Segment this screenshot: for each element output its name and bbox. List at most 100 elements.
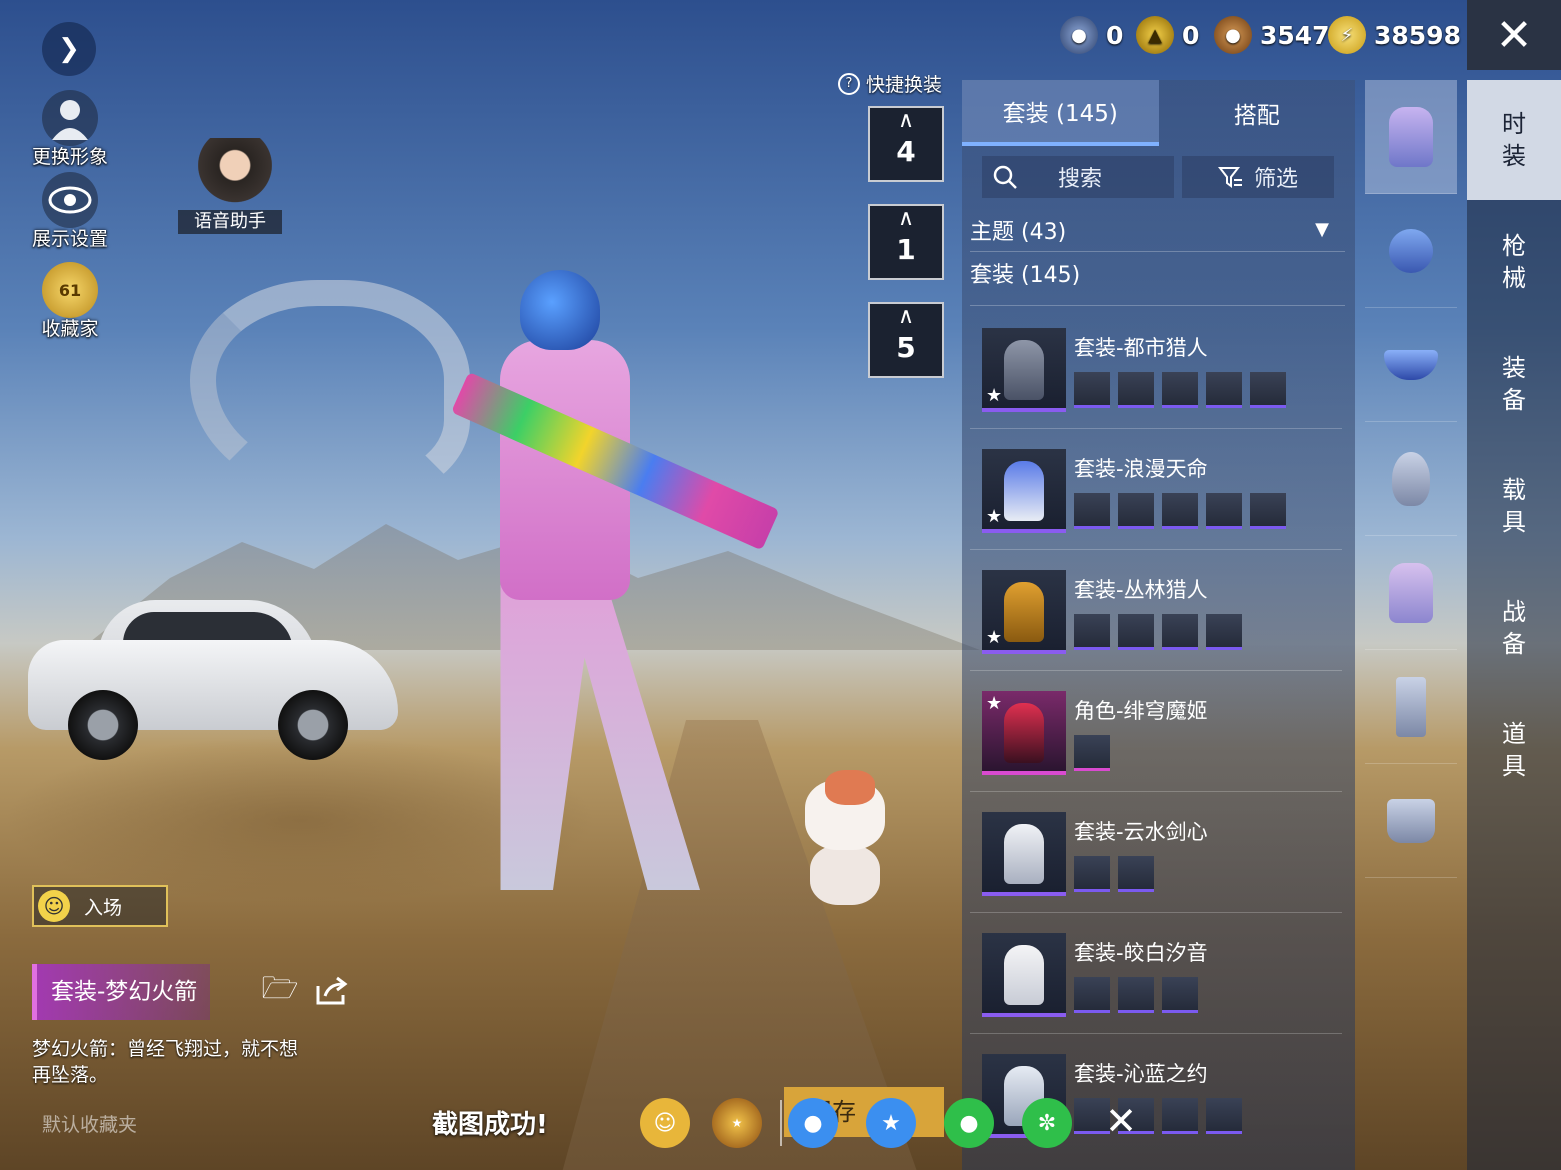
outfit-tabs: 套装 (145) 搭配	[962, 80, 1355, 146]
currency-badge-4[interactable]: ⚡ 38598	[1328, 14, 1461, 56]
outfit-part-item[interactable]	[1074, 977, 1110, 1013]
voice-assistant-button[interactable]: 语音助手	[178, 138, 282, 234]
category-eyewear[interactable]	[1365, 308, 1457, 422]
outfit-part-item[interactable]	[1206, 614, 1242, 650]
qzone-star-icon: ★	[881, 1110, 901, 1136]
category-face[interactable]	[1365, 422, 1457, 536]
slot-number: 4	[896, 135, 916, 168]
add-favorite-folder-icon[interactable]: 🗁	[260, 971, 300, 1010]
theme-dropdown[interactable]: 主题 (43) ▼	[970, 208, 1345, 252]
tab-combinations[interactable]: 搭配	[1159, 80, 1356, 146]
pants-icon	[1396, 676, 1426, 737]
outfit-part-item[interactable]	[1162, 493, 1198, 529]
menu-weapons-label: 枪械	[1502, 232, 1526, 292]
category-headwear[interactable]	[1365, 194, 1457, 308]
share-divider	[780, 1100, 782, 1146]
share-close-button[interactable]: ✕	[1100, 1099, 1142, 1143]
outfit-part-item[interactable]	[1206, 493, 1242, 529]
entrance-button[interactable]: ☺ 入场	[32, 885, 168, 927]
collector-button[interactable]: 61 收藏家	[24, 262, 116, 341]
quick-change-slot-3[interactable]: ∧ 5	[868, 302, 944, 378]
outfit-part-item[interactable]	[1250, 493, 1286, 529]
outfit-part-item[interactable]	[1074, 372, 1110, 408]
outfit-part-item[interactable]	[1118, 614, 1154, 650]
menu-items-label: 道具	[1502, 720, 1526, 780]
category-top[interactable]	[1365, 536, 1457, 650]
menu-vehicles-label: 载具	[1502, 476, 1526, 536]
outfit-part-item[interactable]	[1118, 856, 1154, 892]
currency-badge-1[interactable]: ● 0	[1060, 14, 1123, 56]
token-icon: ●	[1060, 16, 1098, 54]
menu-gear[interactable]: 战备	[1467, 568, 1561, 688]
outfit-part-item[interactable]	[1074, 856, 1110, 892]
outfit-item[interactable]: ★ 套装-浪漫天命	[970, 429, 1342, 550]
outfit-item[interactable]: 套装-云水剑心	[970, 792, 1342, 913]
outfit-part-item[interactable]	[1118, 977, 1154, 1013]
eye-icon	[42, 172, 98, 228]
share-moments-button[interactable]: ✼	[1022, 1098, 1072, 1148]
quick-change-slot-2[interactable]: ∧ 1	[868, 204, 944, 280]
chevron-right-icon: ❯	[58, 34, 80, 64]
outfit-item[interactable]: 套装-皎白汐音	[970, 913, 1342, 1034]
wechat-icon: ●	[959, 1110, 979, 1136]
outfit-item[interactable]: ★ 套装-都市猎人	[970, 308, 1342, 429]
expand-menu-button[interactable]: ❯	[42, 22, 96, 76]
slot-number: 1	[896, 233, 916, 266]
close-button[interactable]: ✕	[1467, 0, 1561, 70]
change-avatar-label: 更换形象	[31, 146, 108, 168]
suit-count-row[interactable]: 套装 (145)	[970, 254, 1345, 306]
menu-equipment[interactable]: 装备	[1467, 324, 1561, 444]
outfit-thumbnail: ★	[982, 449, 1066, 533]
outfit-part-item[interactable]	[1162, 372, 1198, 408]
change-avatar-button[interactable]: 更换形象	[24, 90, 116, 169]
bodysuit-icon	[1389, 562, 1433, 623]
default-folder-label[interactable]: 默认收藏夹	[42, 1110, 137, 1137]
menu-vehicles[interactable]: 载具	[1467, 446, 1561, 566]
quick-change-slot-1[interactable]: ∧ 4	[868, 106, 944, 182]
outfit-part-item[interactable]	[1162, 1098, 1198, 1134]
star-icon: ★	[986, 385, 1003, 406]
outfit-item[interactable]: ★ 角色-绯穹魔姬	[970, 671, 1342, 792]
search-label: 搜索	[1058, 167, 1103, 192]
hanger-icon: ∧	[897, 206, 915, 231]
share-icon[interactable]	[312, 972, 352, 1010]
player-character	[451, 260, 810, 900]
share-qq-button[interactable]: ●	[788, 1098, 838, 1148]
outfit-part-item[interactable]	[1162, 614, 1198, 650]
hanger-icon: ∧	[897, 108, 915, 133]
outfit-name: 套装-云水剑心	[1074, 820, 1208, 844]
category-pants[interactable]	[1365, 650, 1457, 764]
share-wechat-button[interactable]: ●	[944, 1098, 994, 1148]
menu-weapons[interactable]: 枪械	[1467, 202, 1561, 322]
menu-items[interactable]: 道具	[1467, 690, 1561, 810]
outfit-part-item[interactable]	[1074, 735, 1110, 771]
quick-change-label: 快捷换装	[866, 74, 943, 96]
outfit-part-item[interactable]	[1206, 1098, 1242, 1134]
menu-fashion[interactable]: 时装	[1467, 80, 1561, 200]
star-icon: ★	[986, 627, 1003, 648]
outfit-part-item[interactable]	[1118, 493, 1154, 529]
outfit-thumbnail: ★	[982, 570, 1066, 654]
quick-change-title[interactable]: ? 快捷换装	[838, 70, 942, 97]
outfit-part-item[interactable]	[1206, 372, 1242, 408]
share-qzone-button[interactable]: ★	[866, 1098, 916, 1148]
outfit-part-item[interactable]	[1074, 614, 1110, 650]
filter-button[interactable]: 筛选	[1182, 156, 1334, 198]
display-settings-button[interactable]: 展示设置	[24, 172, 116, 251]
display-settings-label: 展示设置	[31, 228, 108, 250]
outfit-part-item[interactable]	[1162, 977, 1198, 1013]
outfit-parts	[1074, 977, 1198, 1013]
currency-badge-3[interactable]: ● 3547	[1214, 14, 1330, 56]
outfit-part-item[interactable]	[1074, 493, 1110, 529]
tab-suits[interactable]: 套装 (145)	[962, 80, 1159, 146]
search-button[interactable]: 搜索	[982, 156, 1174, 198]
share-game-button[interactable]: ★	[712, 1098, 762, 1148]
category-column	[1365, 80, 1457, 890]
category-full-outfit[interactable]	[1365, 80, 1457, 194]
outfit-item[interactable]: ★ 套装-丛林猎人	[970, 550, 1342, 671]
currency-badge-2[interactable]: ▲ 0	[1136, 14, 1199, 56]
outfit-part-item[interactable]	[1250, 372, 1286, 408]
category-shoes[interactable]	[1365, 764, 1457, 878]
share-friends-button[interactable]: ☺	[640, 1098, 690, 1148]
outfit-part-item[interactable]	[1118, 372, 1154, 408]
